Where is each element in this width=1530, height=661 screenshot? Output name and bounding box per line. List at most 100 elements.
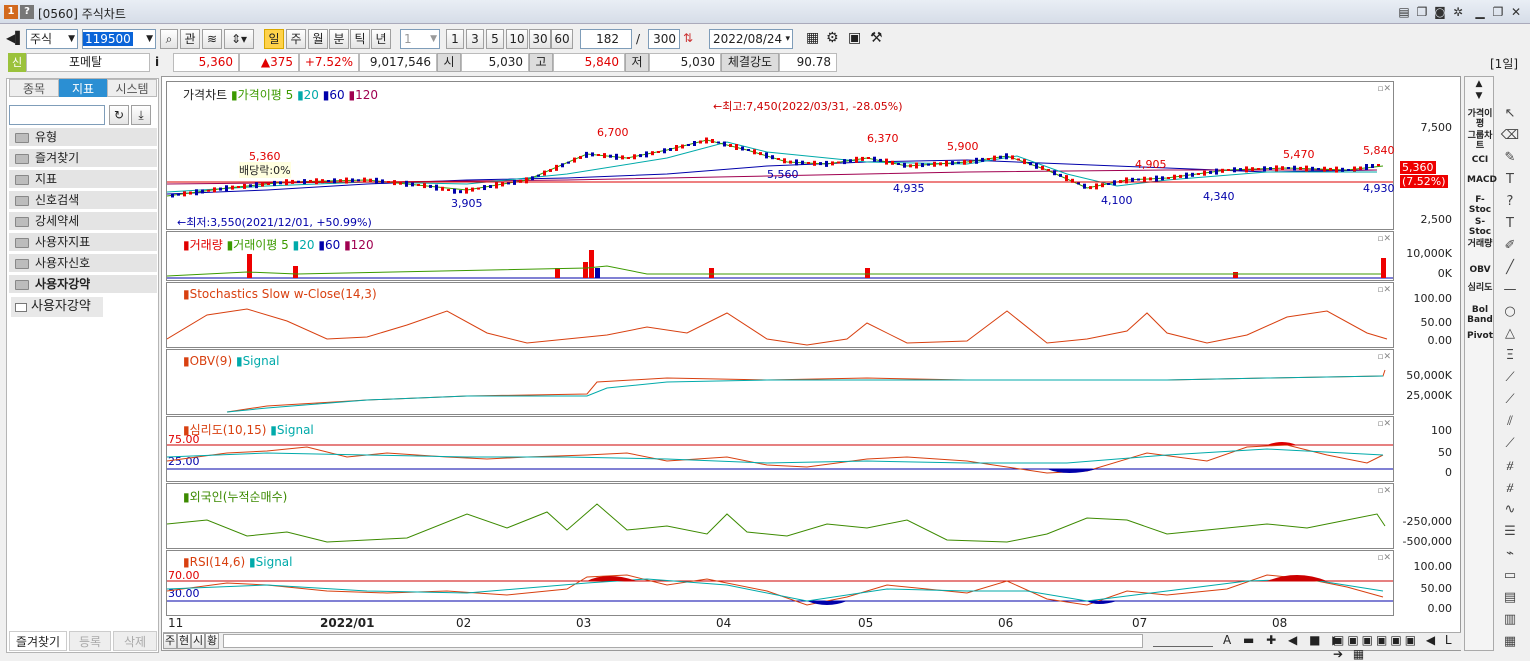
folder-strength[interactable]: 강세약세	[9, 212, 157, 231]
folder-indicator[interactable]: 지표	[9, 170, 157, 189]
fibonacci-icon[interactable]: Ξ	[1500, 346, 1520, 366]
unit-1[interactable]: 1	[446, 29, 464, 49]
text-icon[interactable]: T	[1500, 170, 1520, 190]
sync-icon[interactable]: ≋	[202, 29, 222, 49]
line-icon[interactable]: ╱	[1500, 258, 1520, 278]
obv-pane[interactable]: ▮OBV(9) ▮Signal ▫✕	[166, 349, 1394, 415]
search-icon[interactable]: ⌕	[160, 29, 178, 49]
count-input[interactable]: 182	[580, 29, 632, 49]
eraser-icon[interactable]: ⌫	[1500, 126, 1520, 146]
table-icon[interactable]: ▦	[1500, 632, 1520, 652]
shortcut-f-stoc[interactable]: F-Stoc	[1467, 195, 1493, 215]
bottom-tab-current[interactable]: 현	[177, 633, 191, 649]
tab-system[interactable]: 시스템	[107, 79, 157, 97]
edit-icon[interactable]: ✐	[1500, 236, 1520, 256]
folder-type[interactable]: 유형	[9, 128, 157, 147]
apply-icon[interactable]: ⇅	[683, 31, 693, 45]
market-select[interactable]: 주식 ▼	[26, 29, 78, 49]
wave-icon[interactable]: ∿	[1500, 500, 1520, 520]
folder-signal-search[interactable]: 신호검색	[9, 191, 157, 210]
foreign-pane[interactable]: ▮외국인(누적순매수) ▫✕	[166, 483, 1394, 549]
settings-icon[interactable]: ✲	[1450, 4, 1466, 20]
fan-icon[interactable]: ⟋	[1500, 434, 1520, 454]
grid-icon[interactable]: ⧣	[1500, 456, 1520, 476]
circle-icon[interactable]: ○	[1500, 302, 1520, 322]
save-icon[interactable]: ▣	[848, 30, 861, 46]
bottom-tab-week[interactable]: 주	[163, 633, 177, 649]
trend-icon[interactable]: ⟋	[1500, 390, 1520, 410]
unit-30[interactable]: 30	[529, 29, 551, 49]
code-input[interactable]: 119500 ▼	[82, 29, 156, 49]
period-minute[interactable]: 분	[329, 29, 349, 49]
unit-5[interactable]: 5	[486, 29, 504, 49]
volume-pane[interactable]: ▮거래량 ▮거래이평 5 ▮20 ▮60 ▮120 ▫✕	[166, 231, 1394, 281]
shortcut-obv[interactable]: OBV	[1467, 265, 1493, 275]
rect-icon[interactable]: ▭	[1500, 566, 1520, 586]
open-folder-item[interactable]: 사용자강약	[11, 297, 103, 317]
unit-60[interactable]: 60	[551, 29, 573, 49]
gear-icon[interactable]: ⚙	[826, 30, 839, 46]
shortcut-group-chart[interactable]: 그룹차트	[1467, 131, 1493, 151]
psychology-pane[interactable]: ▮심리도(10,15) ▮Signal ▫✕ 75.00 25.00	[166, 416, 1394, 482]
link-icon[interactable]: ▤	[1396, 4, 1412, 20]
shortcut-cci[interactable]: CCI	[1467, 155, 1493, 165]
horizontal-scrollbar[interactable]	[223, 634, 1143, 648]
shortcut-pivot[interactable]: Pivot	[1467, 331, 1493, 341]
gwan-button[interactable]: 관	[180, 29, 200, 49]
zoom-controls[interactable]: A ▬ ✚ ◀ ■ ▶	[1223, 633, 1345, 647]
folder-user-indicator[interactable]: 사용자지표	[9, 233, 157, 252]
close-icon[interactable]: ✕	[1508, 4, 1524, 20]
bottom-tab-market[interactable]: 시	[191, 633, 205, 649]
minimize-icon[interactable]: ▁	[1472, 4, 1488, 20]
restore-icon[interactable]: ❐	[1490, 4, 1506, 20]
unit-3[interactable]: 3	[466, 29, 484, 49]
auto-icon[interactable]: ⌁	[1500, 544, 1520, 564]
indicator-search-input[interactable]	[9, 105, 105, 125]
shortcut-price-ma[interactable]: 가격이평	[1467, 109, 1493, 129]
zoom-slider[interactable]	[1153, 635, 1213, 647]
chart-config-icon[interactable]: ▦	[806, 30, 819, 46]
refresh-icon[interactable]: ↻	[109, 105, 129, 125]
shortcut-psychology[interactable]: 심리도	[1467, 283, 1493, 293]
folder-user-signal[interactable]: 사용자신호	[9, 254, 157, 273]
favorites-button[interactable]: 즐겨찾기	[9, 631, 67, 651]
shortcut-volume[interactable]: 거래량	[1467, 239, 1493, 249]
unit-10[interactable]: 10	[506, 29, 528, 49]
period-year[interactable]: 년	[371, 29, 391, 49]
levels-icon[interactable]: ☰	[1500, 522, 1520, 542]
pencil-icon[interactable]: ✎	[1500, 148, 1520, 168]
question-icon[interactable]: ?	[1500, 192, 1520, 212]
tab-stock[interactable]: 종목	[9, 79, 59, 97]
camera-icon[interactable]: ◙	[1432, 4, 1448, 20]
scroll-down-icon[interactable]: ▼	[1467, 91, 1491, 101]
register-button[interactable]: 등록	[69, 631, 111, 651]
total-input[interactable]: 300	[648, 29, 680, 49]
delete-button[interactable]: 삭제	[113, 631, 157, 651]
unit-select[interactable]: 1 ▼	[400, 29, 440, 49]
tools-icon[interactable]: ⚒	[870, 30, 883, 46]
triangle-icon[interactable]: △	[1500, 324, 1520, 344]
period-day[interactable]: 일	[264, 29, 284, 49]
stats-icon[interactable]: ▥	[1500, 610, 1520, 630]
scroll-up-icon[interactable]: ▲	[1467, 79, 1491, 89]
channel-icon[interactable]: ⫽	[1500, 412, 1520, 432]
updown-icon[interactable]: ⇕▾	[224, 29, 254, 49]
export-icons[interactable]: ▣▣▣▣▣▣ ◀ L ➔ ▦	[1333, 633, 1461, 661]
shortcut-macd[interactable]: MACD	[1467, 175, 1497, 185]
horizontal-line-icon[interactable]: —	[1500, 280, 1520, 300]
tab-indicator[interactable]: 지표	[59, 79, 107, 97]
screen-number-icon[interactable]: 1	[4, 5, 18, 19]
shortcut-s-stoc[interactable]: S-Stoc	[1467, 217, 1493, 237]
copy-icon[interactable]: ❐	[1414, 4, 1430, 20]
text-add-icon[interactable]: T	[1500, 214, 1520, 234]
folder-user-strength[interactable]: 사용자강약	[9, 275, 157, 294]
folder-favorites[interactable]: 즐겨찾기	[9, 149, 157, 168]
date-input[interactable]: 2022/08/24 ▾	[709, 29, 793, 49]
download-icon[interactable]: ⤓	[131, 105, 151, 125]
stochastics-pane[interactable]: ▮Stochastics Slow w-Close(14,3) ▫✕	[166, 282, 1394, 348]
gann-icon[interactable]: ⟋	[1500, 368, 1520, 388]
info-icon[interactable]: i	[155, 55, 159, 69]
rsi-pane[interactable]: ▮RSI(14,6) ▮Signal ▫✕ 70.00 30.00	[166, 550, 1394, 616]
doc-icon[interactable]: ▤	[1500, 588, 1520, 608]
cross-icon[interactable]: ⧣	[1500, 478, 1520, 498]
